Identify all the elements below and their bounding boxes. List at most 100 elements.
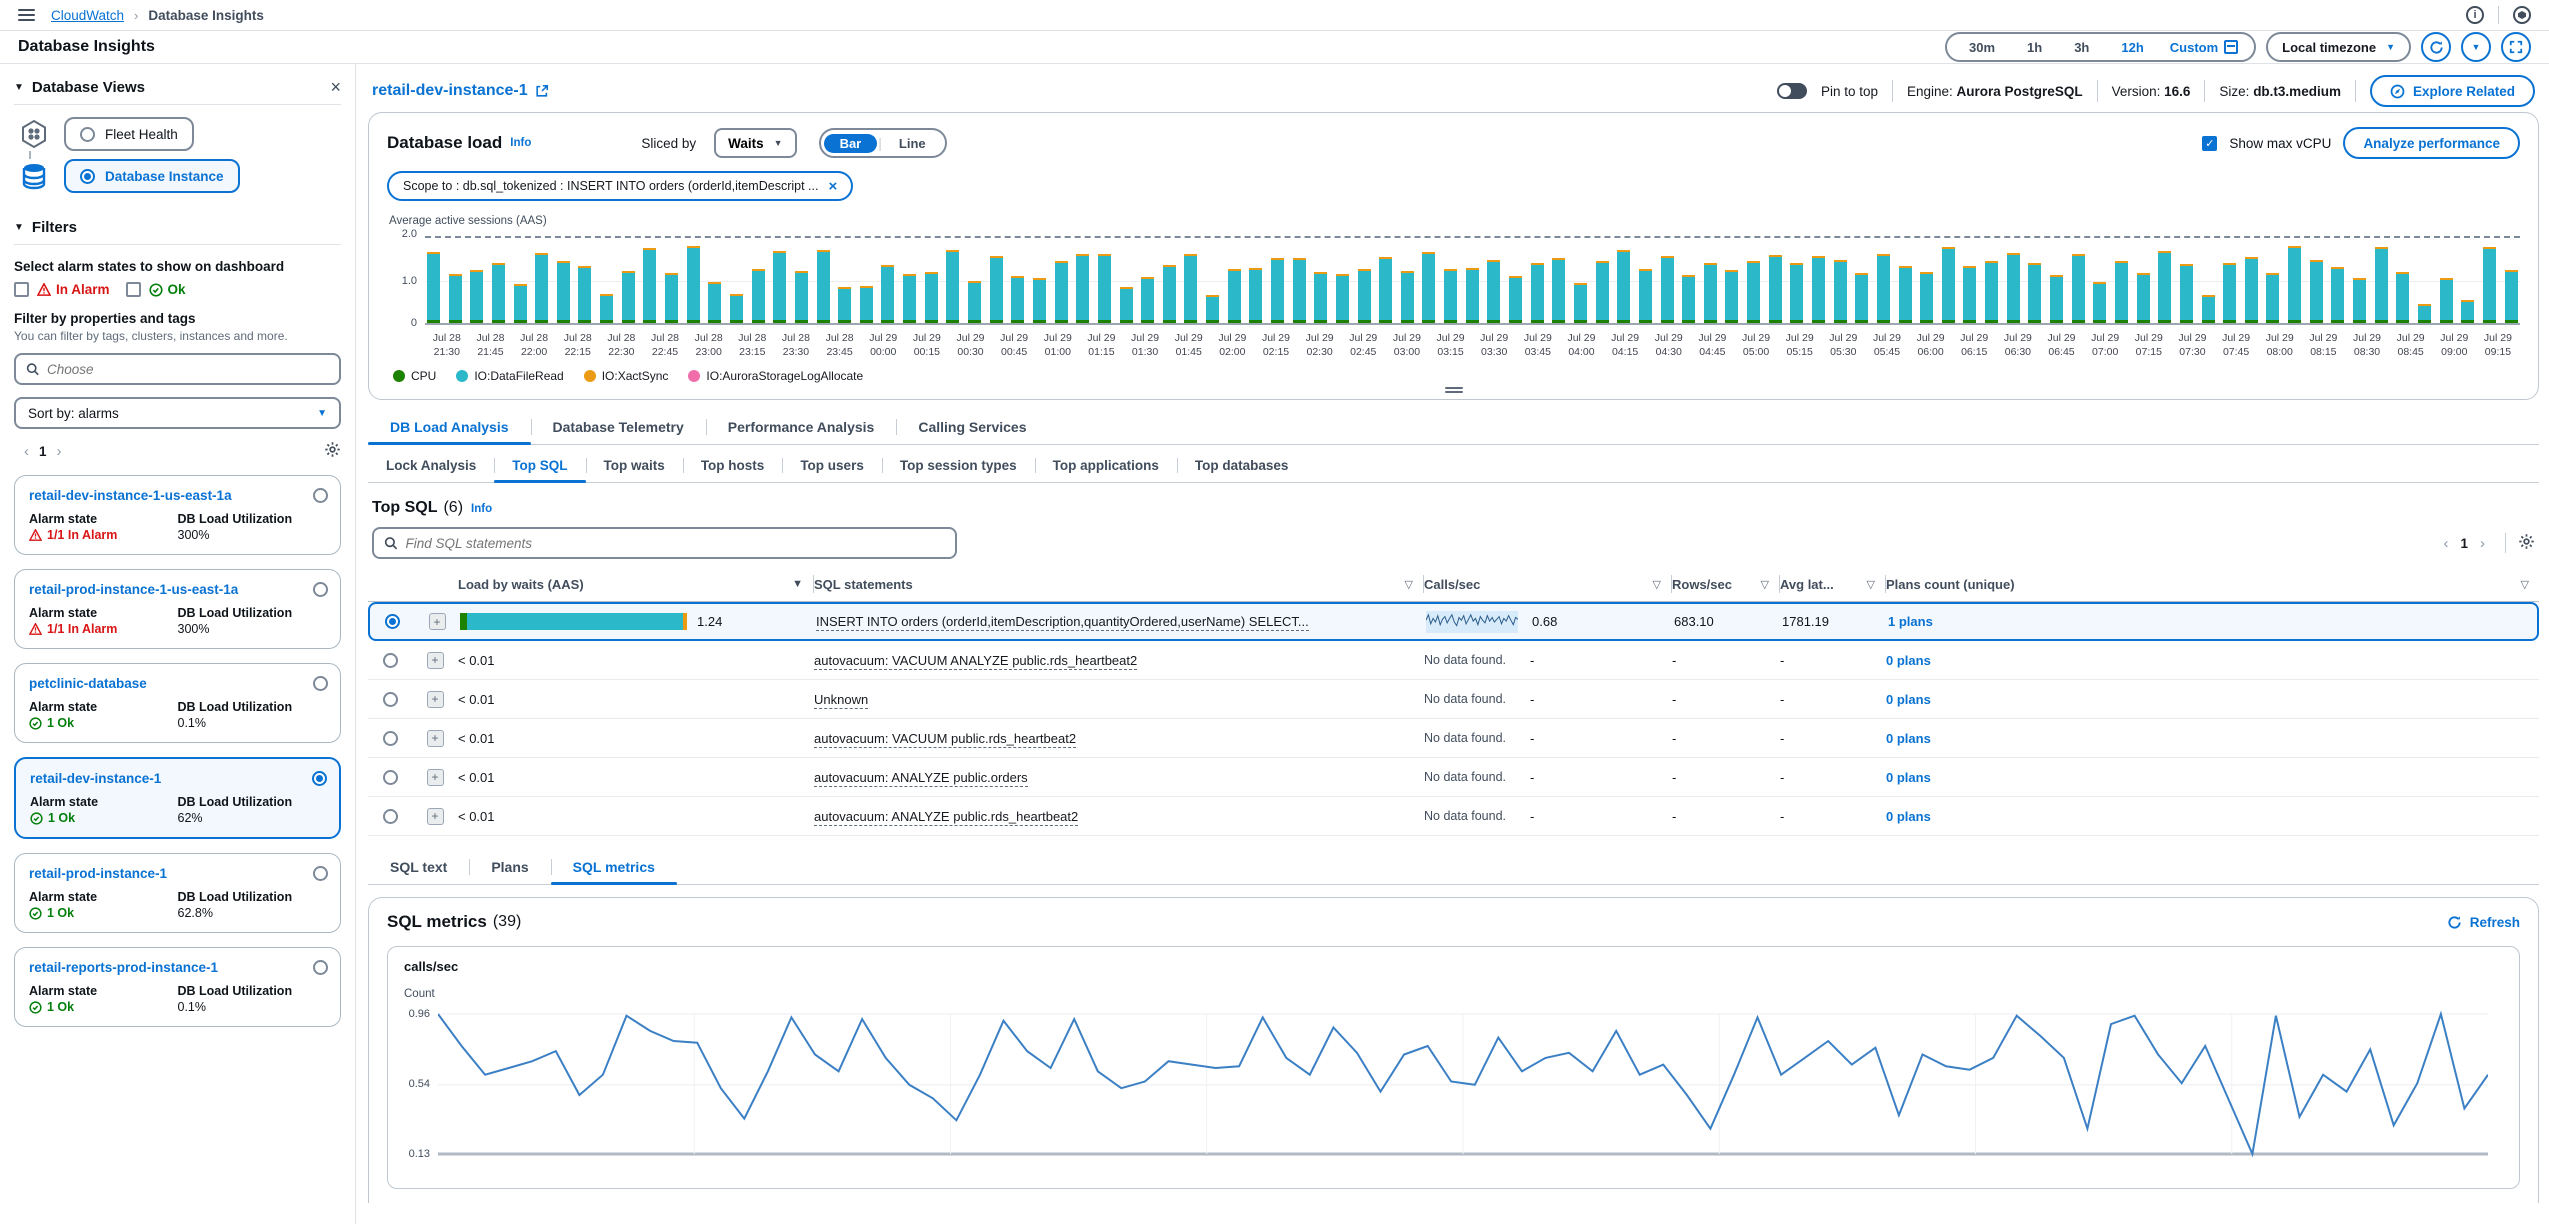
table-row[interactable]: +< 0.01UnknownNo data found.---0 plans — [368, 680, 2539, 719]
sidebar-prev-page[interactable]: ‹ — [14, 443, 39, 460]
instance-name-link[interactable]: retail-prod-instance-1-us-east-1a — [29, 582, 326, 597]
expand-row-icon[interactable]: + — [427, 808, 444, 825]
table-next-page[interactable]: › — [2472, 535, 2493, 552]
tab-performance-analysis[interactable]: Performance Analysis — [706, 410, 897, 444]
time-range-custom[interactable]: Custom — [2160, 40, 2248, 55]
find-sql-input[interactable] — [405, 536, 945, 551]
instance-name-link[interactable]: retail-dev-instance-1-us-east-1a — [29, 488, 326, 503]
instance-card[interactable]: retail-prod-instance-1-us-east-1aAlarm s… — [14, 569, 341, 649]
column-filter-icon[interactable]: ▽ — [1867, 578, 1875, 591]
expand-row-icon[interactable]: + — [427, 769, 444, 786]
calls-per-sec-chart[interactable]: 0.960.540.13 — [404, 1006, 2503, 1176]
collapse-triangle-icon[interactable]: ▼ — [14, 222, 24, 233]
column-filter-icon[interactable]: ▽ — [1761, 578, 1769, 591]
sql-statement-link[interactable]: autovacuum: VACUUM ANALYZE public.rds_he… — [814, 653, 1137, 670]
subtab-top-databases[interactable]: Top databases — [1177, 449, 1307, 482]
instance-card[interactable]: retail-reports-prod-instance-1Alarm stat… — [14, 947, 341, 1027]
tab-db-load-analysis[interactable]: DB Load Analysis — [368, 410, 531, 444]
database-load-info-link[interactable]: Info — [510, 137, 531, 149]
expand-row-icon[interactable]: + — [427, 730, 444, 747]
pin-to-top-toggle[interactable] — [1777, 83, 1807, 99]
view-option-database-instance[interactable]: Database Instance — [64, 159, 240, 193]
instance-card[interactable]: retail-prod-instance-1Alarm stateDB Load… — [14, 853, 341, 933]
time-range-1h[interactable]: 1h — [2011, 40, 2058, 55]
row-radio[interactable] — [383, 653, 398, 668]
tab-sql-metrics[interactable]: SQL metrics — [551, 850, 677, 884]
view-toggle-bar[interactable]: Bar — [824, 134, 878, 153]
info-icon[interactable]: i — [2466, 6, 2484, 24]
column-filter-icon[interactable]: ▽ — [2521, 578, 2529, 591]
table-row[interactable]: +1.24INSERT INTO orders (orderId,itemDes… — [368, 602, 2539, 641]
instance-radio[interactable] — [313, 676, 328, 691]
subtab-top-sql[interactable]: Top SQL — [494, 449, 585, 482]
ok-checkbox[interactable] — [126, 282, 141, 297]
refresh-button[interactable] — [2421, 32, 2451, 62]
sql-statement-link[interactable]: Unknown — [814, 692, 868, 709]
subtab-lock-analysis[interactable]: Lock Analysis — [368, 449, 494, 482]
close-icon[interactable]: × — [330, 78, 341, 96]
table-row[interactable]: +< 0.01autovacuum: VACUUM ANALYZE public… — [368, 641, 2539, 680]
instance-name-link[interactable]: retail-dev-instance-1 — [30, 771, 325, 786]
instance-name-link[interactable]: retail-prod-instance-1 — [29, 866, 326, 881]
instance-radio[interactable] — [313, 488, 328, 503]
table-row[interactable]: +< 0.01autovacuum: VACUUM public.rds_hea… — [368, 719, 2539, 758]
table-prev-page[interactable]: ‹ — [2435, 535, 2456, 552]
table-settings-gear-icon[interactable] — [2518, 533, 2535, 553]
column-filter-icon[interactable]: ▼ — [792, 578, 803, 590]
plans-count-link[interactable]: 0 plans — [1886, 770, 1931, 785]
row-radio[interactable] — [383, 731, 398, 746]
instance-card[interactable]: petclinic-databaseAlarm stateDB Load Uti… — [14, 663, 341, 743]
column-filter-icon[interactable]: ▽ — [1653, 578, 1661, 591]
subtab-top-session-types[interactable]: Top session types — [882, 449, 1035, 482]
subtab-top-hosts[interactable]: Top hosts — [683, 449, 783, 482]
breadcrumb-cloudwatch[interactable]: CloudWatch — [51, 8, 124, 23]
time-range-3h[interactable]: 3h — [2058, 40, 2105, 55]
analyze-performance-button[interactable]: Analyze performance — [2343, 127, 2520, 159]
column-filter-icon[interactable]: ▽ — [1405, 578, 1413, 591]
table-row[interactable]: +< 0.01autovacuum: ANALYZE public.orders… — [368, 758, 2539, 797]
row-radio[interactable] — [385, 614, 400, 629]
row-radio[interactable] — [383, 809, 398, 824]
tab-calling-services[interactable]: Calling Services — [896, 410, 1048, 444]
choose-filter-input[interactable] — [47, 362, 329, 377]
show-max-vcpu-checkbox[interactable]: ✓ — [2202, 136, 2217, 151]
refresh-button[interactable]: Refresh — [2447, 915, 2520, 930]
expand-row-icon[interactable]: + — [427, 652, 444, 669]
expand-row-icon[interactable]: + — [429, 613, 446, 630]
tab-database-telemetry[interactable]: Database Telemetry — [531, 410, 706, 444]
instance-card[interactable]: retail-dev-instance-1Alarm stateDB Load … — [14, 757, 341, 839]
column-header-rows-sec[interactable]: Rows/sec▽ — [1672, 575, 1780, 593]
timezone-dropdown[interactable]: Local timezone ▼ — [2266, 32, 2411, 62]
cloudshell-icon[interactable] — [2513, 6, 2531, 24]
sql-statement-link[interactable]: INSERT INTO orders (orderId,itemDescript… — [816, 614, 1309, 631]
expand-row-icon[interactable]: + — [427, 691, 444, 708]
tab-sql-text[interactable]: SQL text — [368, 850, 469, 884]
refresh-options-button[interactable]: ▼ — [2461, 32, 2491, 62]
column-header-plans-count-unique-[interactable]: Plans count (unique)▽ — [1886, 577, 2539, 592]
sql-statement-link[interactable]: autovacuum: ANALYZE public.rds_heartbeat… — [814, 809, 1078, 826]
subtab-top-users[interactable]: Top users — [782, 449, 882, 482]
plans-count-link[interactable]: 0 plans — [1886, 809, 1931, 824]
collapse-triangle-icon[interactable]: ▼ — [14, 82, 24, 93]
instance-card[interactable]: retail-dev-instance-1-us-east-1aAlarm st… — [14, 475, 341, 555]
instance-radio[interactable] — [313, 960, 328, 975]
instance-radio[interactable] — [313, 866, 328, 881]
column-header-calls-sec[interactable]: Calls/sec▽ — [1424, 575, 1672, 593]
instance-radio[interactable] — [312, 771, 327, 786]
plans-count-link[interactable]: 0 plans — [1886, 731, 1931, 746]
instance-name-link[interactable]: petclinic-database — [29, 676, 326, 691]
sliced-by-dropdown[interactable]: Waits▼ — [714, 128, 796, 158]
row-radio[interactable] — [383, 692, 398, 707]
fullscreen-button[interactable] — [2501, 32, 2531, 62]
gear-icon[interactable] — [324, 441, 341, 461]
subtab-top-applications[interactable]: Top applications — [1035, 449, 1177, 482]
time-range-12h[interactable]: 12h — [2105, 40, 2159, 55]
column-header-load-by-waits-aas-[interactable]: Load by waits (AAS)▼ — [458, 575, 814, 593]
sql-statement-link[interactable]: autovacuum: ANALYZE public.orders — [814, 770, 1028, 787]
column-header-avg-lat-[interactable]: Avg lat...▽ — [1780, 575, 1886, 593]
tab-plans[interactable]: Plans — [469, 850, 550, 884]
view-toggle-line[interactable]: Line — [883, 134, 942, 153]
sort-by-select[interactable]: Sort by: alarms ▼ — [14, 397, 341, 429]
plans-count-link[interactable]: 0 plans — [1886, 692, 1931, 707]
remove-scope-icon[interactable]: × — [828, 178, 837, 195]
